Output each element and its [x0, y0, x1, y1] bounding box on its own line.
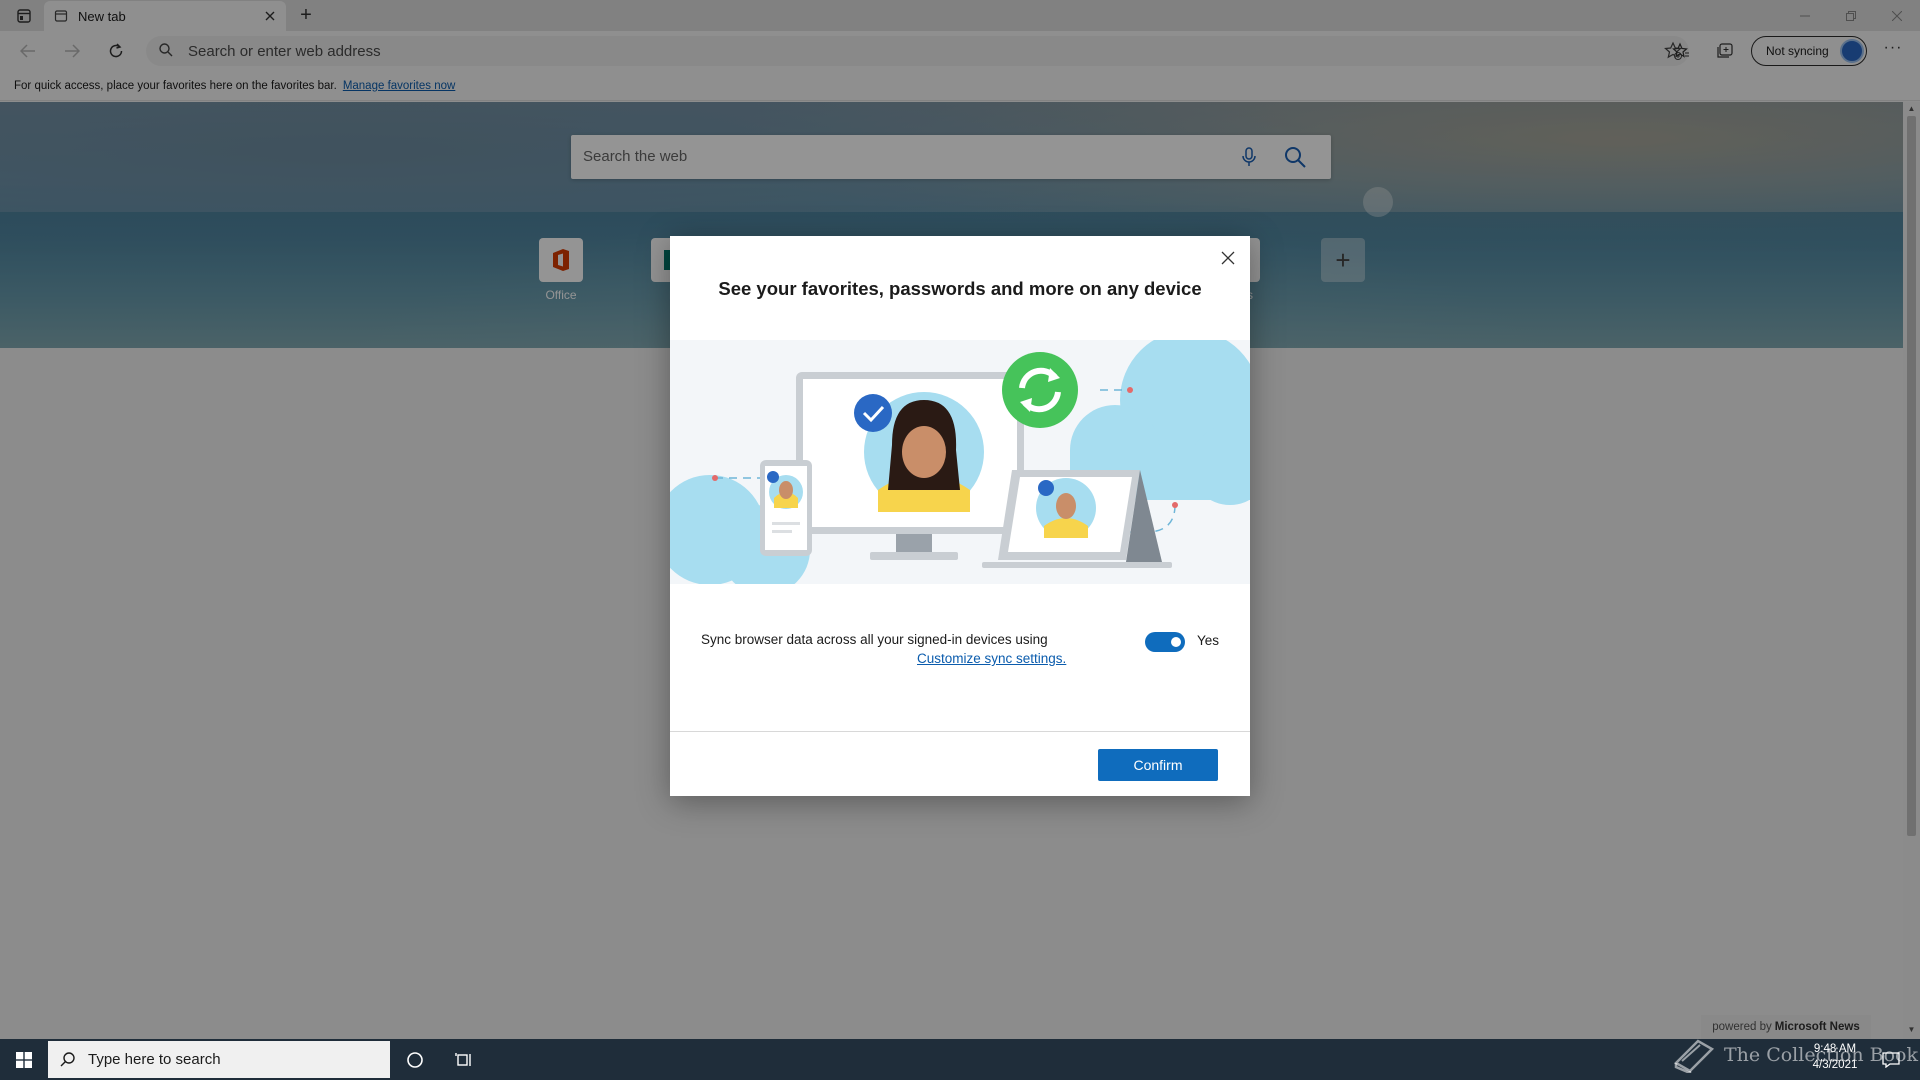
windows-logo-icon — [16, 1051, 32, 1068]
sync-toggle-label: Yes — [1197, 633, 1220, 648]
devices-illustration — [655, 330, 1270, 595]
dialog-title: See your favorites, passwords and more o… — [718, 278, 1202, 299]
confirm-button[interactable]: Confirm — [1098, 749, 1218, 781]
taskbar-search-box[interactable]: Type here to search — [48, 1041, 390, 1078]
taskbar-search-icon — [60, 1052, 75, 1067]
cortana-icon — [407, 1052, 423, 1068]
sync-toggle[interactable] — [1145, 632, 1185, 652]
start-button[interactable] — [0, 1039, 48, 1080]
close-icon — [1221, 251, 1235, 265]
system-clock[interactable]: 9:48 AM 4/3/2021 — [1790, 1041, 1880, 1073]
sync-option-row: Sync browser data across all your signed… — [701, 632, 1221, 666]
taskbar-search-placeholder: Type here to search — [88, 1051, 221, 1068]
sync-illustration — [655, 330, 1270, 595]
clock-date: 4/3/2021 — [1812, 1059, 1858, 1071]
taskbar: Type here to search — [0, 1039, 1920, 1080]
cortana-button[interactable] — [402, 1047, 428, 1073]
task-view-button[interactable] — [451, 1047, 477, 1073]
book-logo-icon — [1673, 1039, 1715, 1073]
dialog-divider — [670, 731, 1250, 732]
clock-time: 9:48 AM — [1813, 1043, 1857, 1055]
sync-dialog: See your favorites, passwords and more o… — [655, 236, 1270, 796]
customize-sync-link[interactable]: Customize sync settings. — [917, 651, 1221, 666]
dialog-close-button[interactable] — [1214, 244, 1242, 272]
task-view-icon — [455, 1053, 471, 1066]
sync-description: Sync browser data across all your signed… — [701, 632, 1048, 647]
toggle-knob — [1171, 637, 1181, 647]
